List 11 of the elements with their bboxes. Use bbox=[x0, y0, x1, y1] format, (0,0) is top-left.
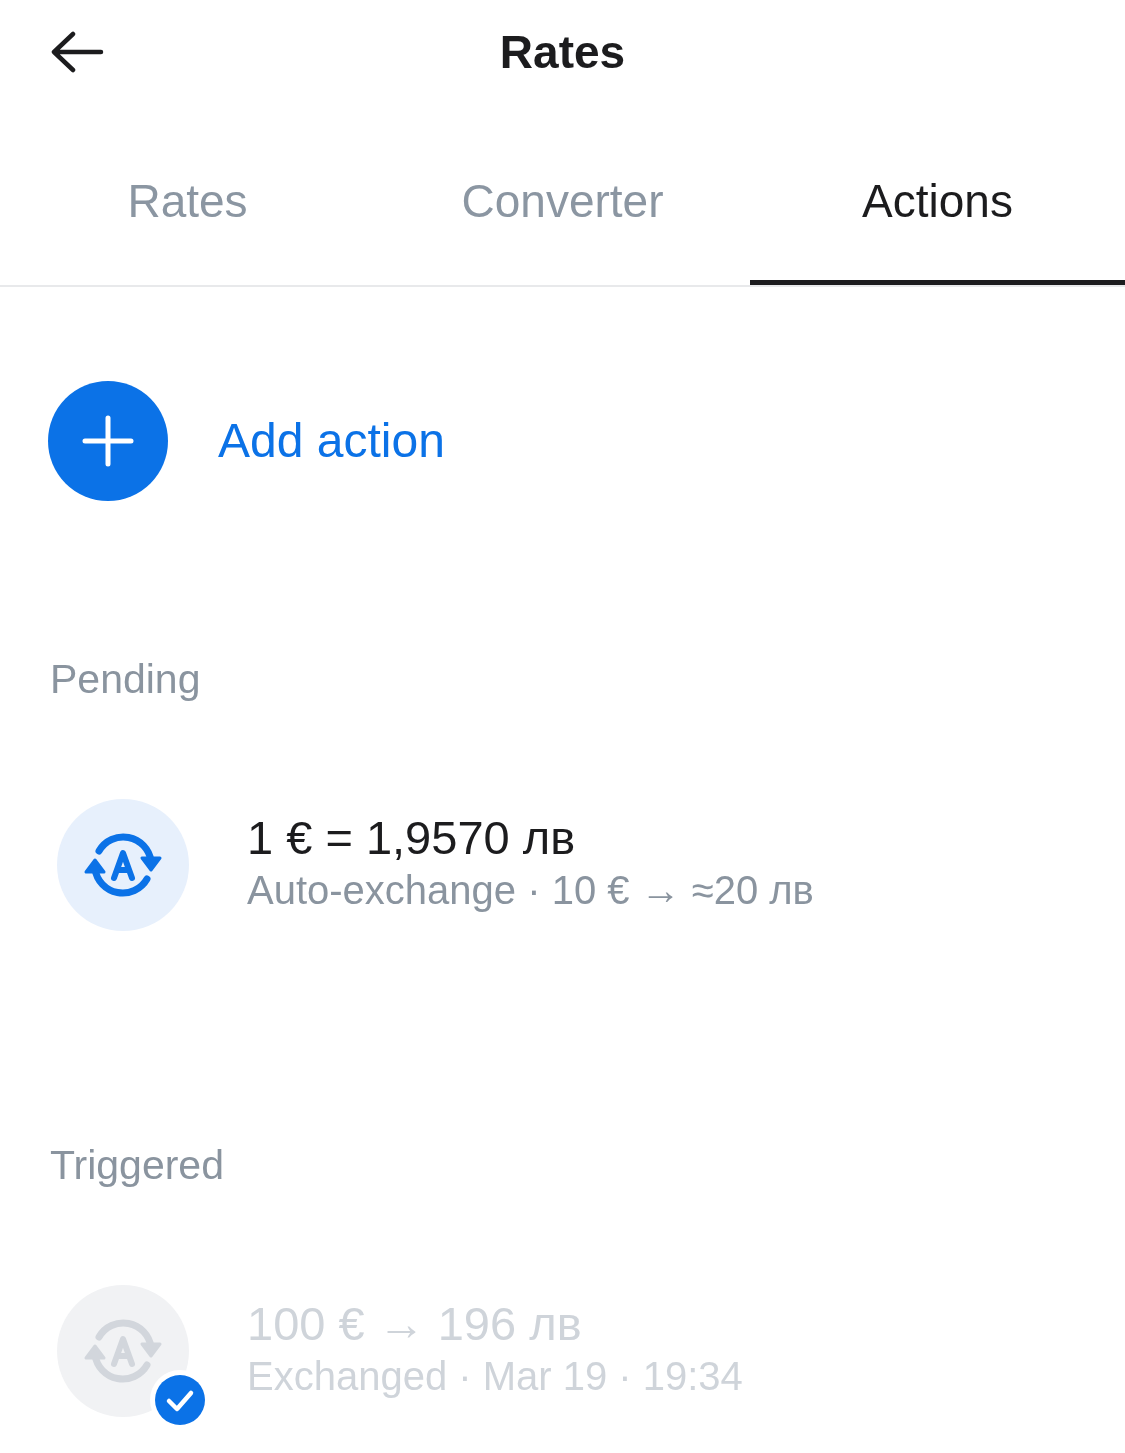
tab[interactable]: Rates bbox=[0, 104, 375, 285]
plus-icon bbox=[48, 381, 168, 501]
tab[interactable]: Converter bbox=[375, 104, 750, 285]
tab[interactable]: Actions bbox=[750, 104, 1125, 285]
section-header: Pending bbox=[50, 655, 202, 703]
screen-title: Rates bbox=[499, 25, 626, 79]
action-title: 1 € = 1,9570 лв bbox=[247, 811, 576, 865]
section-header: Triggered bbox=[50, 1141, 225, 1189]
action-subtitle: Auto-exchange · 10 € → ≈20 лв bbox=[247, 867, 814, 914]
arrow-left-icon bbox=[50, 31, 104, 73]
add-action-button[interactable]: Add action bbox=[48, 381, 445, 501]
